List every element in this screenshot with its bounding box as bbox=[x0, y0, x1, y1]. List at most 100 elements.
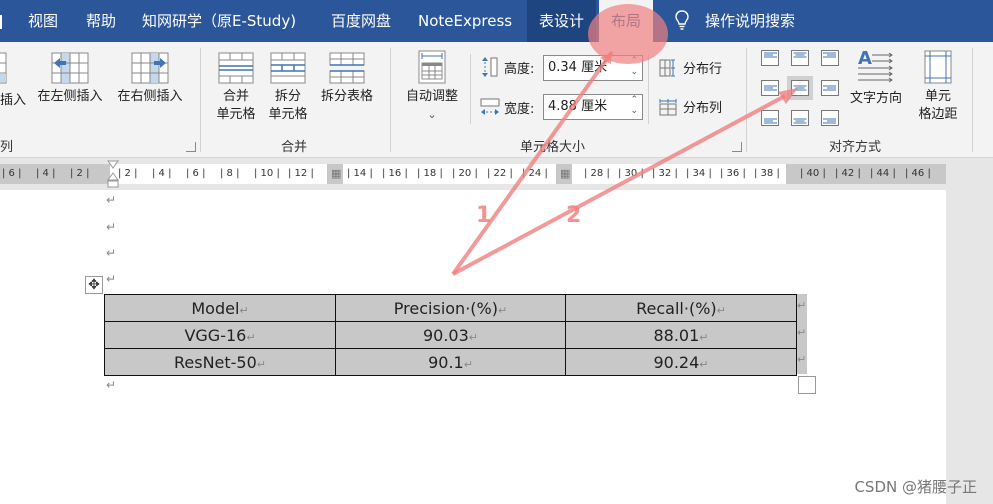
row-height-value: 0.34 厘米 bbox=[548, 60, 608, 75]
align-center-middle-button[interactable] bbox=[787, 76, 813, 100]
autofit-label: 自动调整 bbox=[405, 89, 458, 104]
ruler-left-margin[interactable]: | 6 | | 4 | | 2 | bbox=[0, 164, 110, 184]
group-separator bbox=[746, 48, 747, 152]
ruler-column-marker[interactable]: ▦ bbox=[327, 164, 343, 184]
merge-cells-button[interactable]: 合并 单元格 bbox=[212, 52, 260, 124]
distribute-rows-label: 分布行 bbox=[683, 62, 723, 77]
tab-partial-left[interactable] bbox=[0, 0, 2, 42]
divider bbox=[470, 54, 471, 124]
text-direction-icon: A bbox=[858, 48, 893, 83]
tab-view[interactable]: 视图 bbox=[28, 0, 58, 42]
column-width-value: 4.88 厘米 bbox=[548, 99, 608, 114]
ruler-mark: | 36 | bbox=[720, 168, 746, 179]
merge-cells-icon bbox=[218, 52, 254, 84]
results-table: Model↵ Precision·(%)↵ Recall·(%)↵ VGG-16… bbox=[104, 294, 797, 376]
ruler-mark: | 34 | bbox=[686, 168, 712, 179]
align-left-bottom-button[interactable] bbox=[757, 106, 783, 130]
tab-noteexpress[interactable]: NoteExpress bbox=[418, 0, 512, 42]
group-label-alignment: 对齐方式 bbox=[829, 140, 882, 155]
ruler-mark: | 32 | bbox=[652, 168, 678, 179]
align-right-top-button[interactable] bbox=[817, 46, 843, 70]
distribute-rows-icon bbox=[659, 59, 675, 76]
align-left-middle-icon bbox=[761, 80, 779, 96]
divider bbox=[648, 54, 649, 124]
row-height-input[interactable]: 0.34 厘米 ⌃ ⌄ bbox=[543, 55, 643, 81]
align-left-top-button[interactable] bbox=[757, 46, 783, 70]
ruler-mark: | 20 | bbox=[452, 168, 478, 179]
tab-layout[interactable]: 布局 bbox=[599, 0, 654, 42]
split-table-button[interactable]: 拆分表格 bbox=[316, 52, 378, 106]
align-left-bottom-icon bbox=[761, 110, 779, 126]
cell-margins-label-1: 单元 bbox=[924, 89, 951, 104]
distribute-rows-button[interactable]: 分布行 bbox=[659, 58, 722, 77]
insert-right-button[interactable]: 在右侧插入 bbox=[112, 52, 188, 106]
chevron-down-icon: ⌄ bbox=[427, 108, 437, 121]
header-cell-model[interactable]: Model↵ bbox=[104, 294, 336, 322]
tab-help[interactable]: 帮助 bbox=[86, 0, 116, 42]
table-cell[interactable]: 90.1↵ bbox=[335, 348, 566, 376]
paragraph-mark: ↵ bbox=[106, 220, 117, 234]
table-cell[interactable]: 90.03↵ bbox=[335, 321, 566, 349]
ruler-right-margin[interactable]: | 40 | | 42 | | 44 | | 46 | bbox=[786, 164, 946, 184]
ruler-mark: | 30 | bbox=[618, 168, 644, 179]
indent-marker[interactable] bbox=[107, 160, 119, 188]
table-resize-handle[interactable] bbox=[798, 376, 816, 394]
page-margin-area bbox=[946, 190, 993, 504]
ruler-mark: | 6 | bbox=[186, 168, 206, 179]
autofit-icon bbox=[418, 50, 446, 84]
ruler-mark: | 22 | bbox=[487, 168, 513, 179]
table-cell[interactable]: 90.24↵ bbox=[565, 348, 797, 376]
split-table-icon bbox=[329, 52, 365, 84]
split-cells-button[interactable]: 拆分 单元格 bbox=[264, 52, 312, 124]
ruler-mark: | 4 | bbox=[152, 168, 172, 179]
column-width-input[interactable]: 4.88 厘米 ⌃ ⌄ bbox=[543, 94, 643, 120]
tab-table-design[interactable]: 表设计 bbox=[527, 0, 597, 42]
column-width-spinner[interactable]: ⌃ ⌄ bbox=[630, 95, 638, 117]
ruler-column-2[interactable]: | 14 | | 16 | | 18 | | 20 | | 22 | | 24 | bbox=[343, 164, 556, 184]
align-right-middle-icon bbox=[821, 80, 839, 96]
tell-me-search[interactable]: 操作说明搜索 bbox=[705, 0, 795, 42]
distribute-columns-button[interactable]: 分布列 bbox=[659, 97, 722, 116]
ruler-column-3[interactable]: | 28 | | 30 | | 32 | | 34 | | 36 | | 38 | bbox=[572, 164, 786, 184]
ruler-mark: | 38 | bbox=[754, 168, 780, 179]
rows-columns-dialog-launcher[interactable] bbox=[186, 142, 196, 152]
tab-baidu-netdisk[interactable]: 百度网盘 bbox=[331, 0, 391, 42]
cell-margins-button[interactable]: 单元 格边距 bbox=[910, 50, 966, 124]
ruler-mark: | 14 | bbox=[347, 168, 373, 179]
ruler-mark: | 2 | bbox=[118, 168, 138, 179]
insert-below-icon bbox=[0, 52, 7, 84]
insert-left-button[interactable]: 在左侧插入 bbox=[32, 52, 108, 106]
table-move-handle[interactable]: ✥ bbox=[85, 276, 103, 294]
align-left-middle-button[interactable] bbox=[757, 76, 783, 100]
paragraph-mark: ↵ bbox=[106, 378, 117, 392]
group-separator bbox=[972, 48, 973, 152]
table-cell[interactable]: ResNet-50↵ bbox=[104, 348, 336, 376]
table-cell[interactable]: 88.01↵ bbox=[565, 321, 797, 349]
group-separator bbox=[200, 48, 201, 152]
cell-margins-label-2: 格边距 bbox=[918, 107, 958, 122]
insert-below-button[interactable]: 插入 bbox=[0, 52, 30, 108]
ruler-mark: | 24 | bbox=[522, 168, 548, 179]
ruler-mark: | 12 | bbox=[288, 168, 314, 179]
header-cell-recall[interactable]: Recall·(%)↵ bbox=[565, 294, 797, 322]
insert-below-label: 插入 bbox=[0, 93, 27, 108]
ruler-column-1[interactable]: | 2 | | 4 | | 6 | | 8 | | 10 | | 12 | bbox=[110, 164, 327, 184]
ruler-column-marker[interactable]: ▦ bbox=[556, 164, 572, 184]
table-row: VGG-16↵ 90.03↵ 88.01↵ bbox=[104, 321, 797, 349]
table-cell[interactable]: VGG-16↵ bbox=[104, 321, 336, 349]
cell-size-dialog-launcher[interactable] bbox=[732, 142, 742, 152]
align-center-top-button[interactable] bbox=[787, 46, 813, 70]
split-cells-label-1: 拆分 bbox=[274, 89, 301, 104]
table-row: ResNet-50↵ 90.1↵ 90.24↵ bbox=[104, 348, 797, 376]
text-direction-button[interactable]: A 文字方向 bbox=[845, 48, 907, 108]
paragraph-mark: ↵ bbox=[106, 193, 117, 207]
group-label-cell-size: 单元格大小 bbox=[520, 140, 586, 155]
ribbon-layout: 插入 在左侧插入 在右侧插入 列 合并 单元格 拆分 单元格 拆分表格 合并 自… bbox=[0, 42, 993, 158]
tab-cnki[interactable]: 知网研学（原E-Study) bbox=[142, 0, 296, 42]
autofit-button[interactable]: 自动调整 ⌄ bbox=[400, 50, 464, 124]
align-center-bottom-button[interactable] bbox=[787, 106, 813, 130]
align-right-middle-button[interactable] bbox=[817, 76, 843, 100]
align-right-bottom-button[interactable] bbox=[817, 106, 843, 130]
row-height-spinner[interactable]: ⌃ ⌄ bbox=[630, 56, 638, 78]
header-cell-precision[interactable]: Precision·(%)↵ bbox=[335, 294, 566, 322]
